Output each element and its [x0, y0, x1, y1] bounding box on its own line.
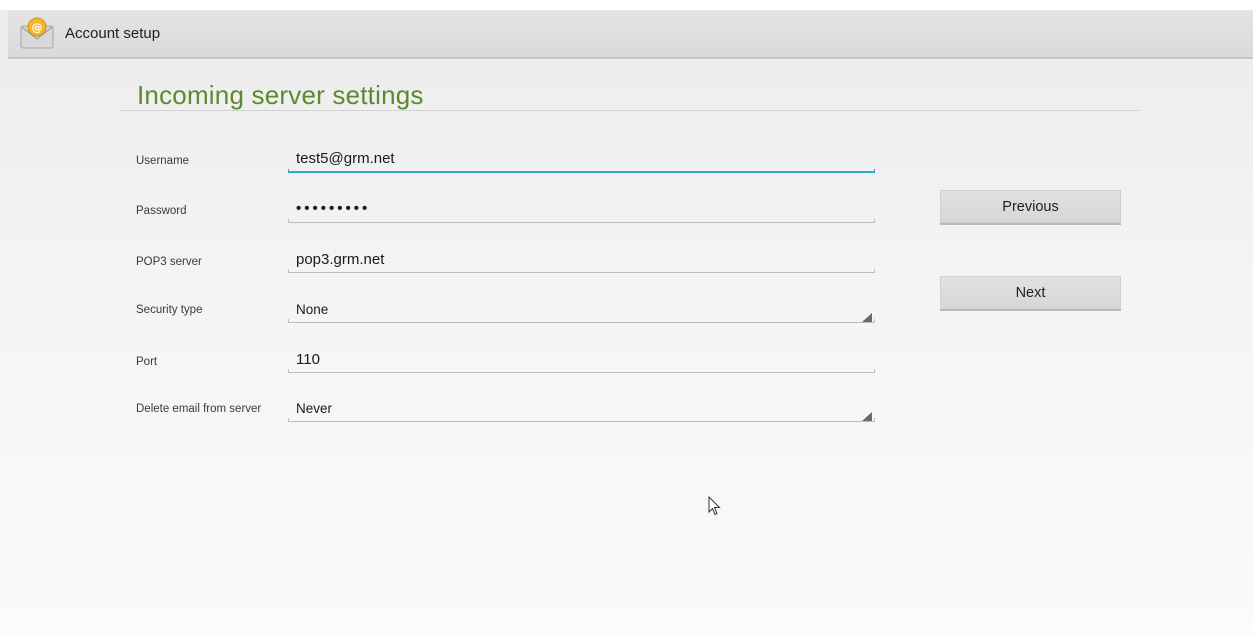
username-underline: [288, 169, 875, 173]
delete-email-spinner[interactable]: Never: [296, 401, 332, 416]
title-divider: [121, 110, 1140, 111]
mouse-cursor-icon: [708, 495, 722, 516]
delete-email-label: Delete email from server: [136, 403, 262, 415]
security-type-spinner[interactable]: None: [296, 302, 328, 317]
password-field[interactable]: •••••••••: [296, 200, 370, 217]
dropdown-arrow-icon[interactable]: [862, 313, 872, 322]
delete-email-underline: [288, 418, 875, 422]
pop3-server-field[interactable]: pop3.grm.net: [296, 251, 384, 268]
username-label: Username: [136, 155, 190, 167]
action-bar: @ Account setup: [8, 10, 1253, 59]
email-app-icon[interactable]: @: [20, 17, 54, 49]
port-label: Port: [136, 356, 158, 368]
port-field[interactable]: 110: [296, 351, 320, 368]
top-strip: [0, 0, 1253, 10]
next-button[interactable]: Next: [940, 276, 1121, 311]
svg-text:@: @: [32, 21, 43, 34]
password-label: Password: [136, 205, 187, 217]
security-type-underline: [288, 319, 875, 323]
page-title: Incoming server settings: [137, 80, 424, 110]
dropdown-arrow-icon[interactable]: [862, 412, 872, 421]
password-underline: [288, 219, 875, 223]
port-underline: [288, 369, 875, 373]
pop3-server-underline: [288, 269, 875, 273]
pop3-server-label: POP3 server: [136, 256, 202, 268]
security-type-label: Security type: [136, 304, 203, 316]
action-bar-title: Account setup: [65, 25, 161, 42]
previous-button[interactable]: Previous: [940, 190, 1121, 225]
username-field[interactable]: test5@grm.net: [296, 150, 395, 167]
